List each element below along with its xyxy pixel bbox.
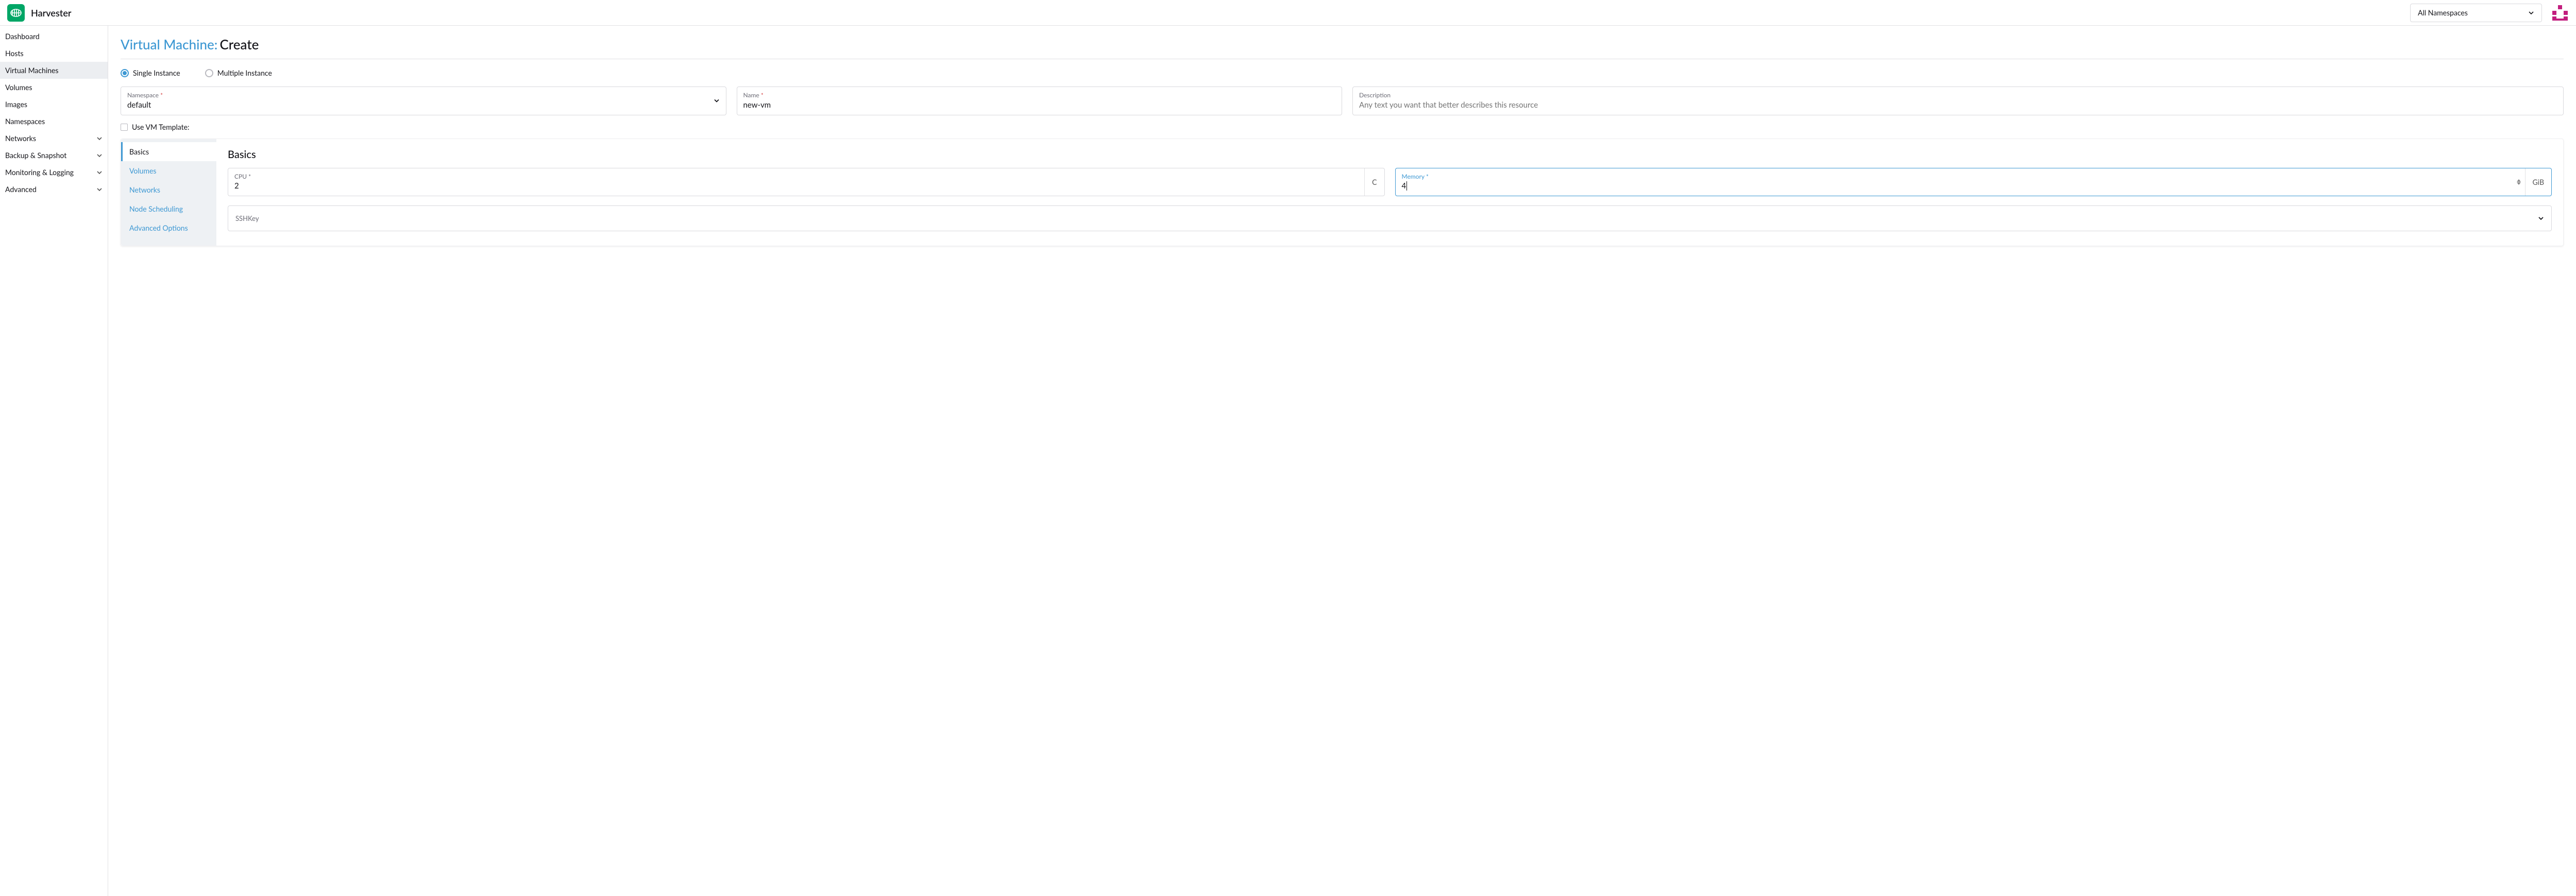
sidebar-item-label: Dashboard <box>5 32 40 41</box>
namespace-selector-label: All Namespaces <box>2418 8 2468 17</box>
chevron-down-icon <box>96 135 103 142</box>
checkbox-icon <box>121 124 128 131</box>
checkbox-label: Use VM Template: <box>132 123 190 131</box>
tab-networks[interactable]: Networks <box>121 180 216 199</box>
sidebar-item-volumes[interactable]: Volumes <box>0 79 108 96</box>
user-avatar[interactable] <box>2551 4 2569 22</box>
name-field[interactable] <box>743 100 1336 110</box>
sidebar-item-label: Backup & Snapshot <box>5 151 66 160</box>
namespace-selector[interactable]: All Namespaces <box>2410 4 2542 22</box>
page-title: Virtual Machine: Create <box>121 36 2564 59</box>
field-value[interactable]: 4 <box>1402 181 2511 191</box>
header: Harvester All Namespaces <box>0 0 2576 26</box>
brand-name: Harvester <box>31 7 72 19</box>
text-cursor <box>1406 181 1407 191</box>
field-label: CPU * <box>234 173 1358 180</box>
number-spinner[interactable] <box>2517 168 2525 196</box>
sidebar-item-label: Virtual Machines <box>5 66 58 75</box>
chevron-down-icon <box>96 186 103 193</box>
radio-multiple-instance[interactable]: Multiple Instance <box>205 68 272 77</box>
tab-node-scheduling[interactable]: Node Scheduling <box>121 199 216 218</box>
unit-label: C <box>1364 168 1384 196</box>
use-vm-template-checkbox[interactable]: Use VM Template: <box>121 123 2564 131</box>
unit-label: GiB <box>2525 168 2551 196</box>
sidebar-item-images[interactable]: Images <box>0 96 108 113</box>
field-label: Name * <box>743 91 1336 99</box>
title-prefix: Virtual Machine: <box>121 36 217 53</box>
sidebar-group-backup-snapshot[interactable]: Backup & Snapshot <box>0 147 108 164</box>
vm-config-tabs: Basics Volumes Networks Node Scheduling … <box>121 139 2564 246</box>
sidebar-item-label: Volumes <box>5 83 32 92</box>
tab-body-basics: Basics CPU * 2 C Memory * 4 <box>216 139 2563 246</box>
sidebar-item-label: Hosts <box>5 49 24 58</box>
brand-logo-icon <box>7 4 25 22</box>
sidebar-item-namespaces[interactable]: Namespaces <box>0 113 108 130</box>
radio-label: Multiple Instance <box>217 68 272 77</box>
sidebar-item-hosts[interactable]: Hosts <box>0 45 108 62</box>
sidebar-item-dashboard[interactable]: Dashboard <box>0 28 108 45</box>
chevron-down-icon <box>96 152 103 159</box>
chevron-down-icon <box>2538 215 2544 221</box>
sidebar-item-label: Images <box>5 100 27 109</box>
field-label: SSHKey <box>235 214 259 222</box>
tab-advanced-options[interactable]: Advanced Options <box>121 218 216 237</box>
tab-list: Basics Volumes Networks Node Scheduling … <box>121 139 216 246</box>
radio-icon <box>205 69 213 77</box>
name-input[interactable]: Name * <box>737 87 1343 115</box>
sidebar-item-label: Advanced <box>5 185 37 194</box>
namespace-select[interactable]: Namespace * default <box>121 87 726 115</box>
chevron-down-icon <box>96 169 103 176</box>
radio-single-instance[interactable]: Single Instance <box>121 68 180 77</box>
instance-mode-radios: Single Instance Multiple Instance <box>121 68 2564 77</box>
sidebar-item-label: Monitoring & Logging <box>5 168 74 177</box>
tab-basics[interactable]: Basics <box>121 142 216 161</box>
description-input[interactable]: Description <box>1352 87 2564 115</box>
sshkey-select[interactable]: SSHKey <box>228 205 2552 231</box>
radio-icon <box>121 69 129 77</box>
chevron-down-icon <box>714 96 720 106</box>
field-value: default <box>127 100 151 110</box>
sidebar-group-advanced[interactable]: Advanced <box>0 181 108 198</box>
sidebar-item-label: Namespaces <box>5 117 45 126</box>
description-field[interactable] <box>1359 100 2557 110</box>
field-label: Memory * <box>1402 173 2511 180</box>
sidebar-group-monitoring-logging[interactable]: Monitoring & Logging <box>0 164 108 181</box>
main: Virtual Machine: Create Single Instance … <box>108 26 2576 896</box>
field-value[interactable]: 2 <box>234 181 1358 191</box>
cpu-input[interactable]: CPU * 2 C <box>228 168 1385 196</box>
brand[interactable]: Harvester <box>7 4 72 22</box>
section-heading: Basics <box>228 148 2552 161</box>
radio-label: Single Instance <box>133 68 180 77</box>
spinner-down-icon[interactable] <box>2517 182 2521 185</box>
sidebar-item-virtual-machines[interactable]: Virtual Machines <box>0 62 108 79</box>
field-label: Description <box>1359 91 2557 99</box>
sidebar-group-networks[interactable]: Networks <box>0 130 108 147</box>
memory-input[interactable]: Memory * 4 GiB <box>1395 168 2552 196</box>
spinner-up-icon[interactable] <box>2517 179 2521 182</box>
sidebar: Dashboard Hosts Virtual Machines Volumes… <box>0 26 108 896</box>
title-action-text: Create <box>219 36 259 53</box>
tab-volumes[interactable]: Volumes <box>121 161 216 180</box>
header-right: All Namespaces <box>2410 4 2569 22</box>
field-label: Namespace * <box>127 91 720 99</box>
chevron-down-icon <box>2528 10 2534 16</box>
sidebar-item-label: Networks <box>5 134 36 143</box>
